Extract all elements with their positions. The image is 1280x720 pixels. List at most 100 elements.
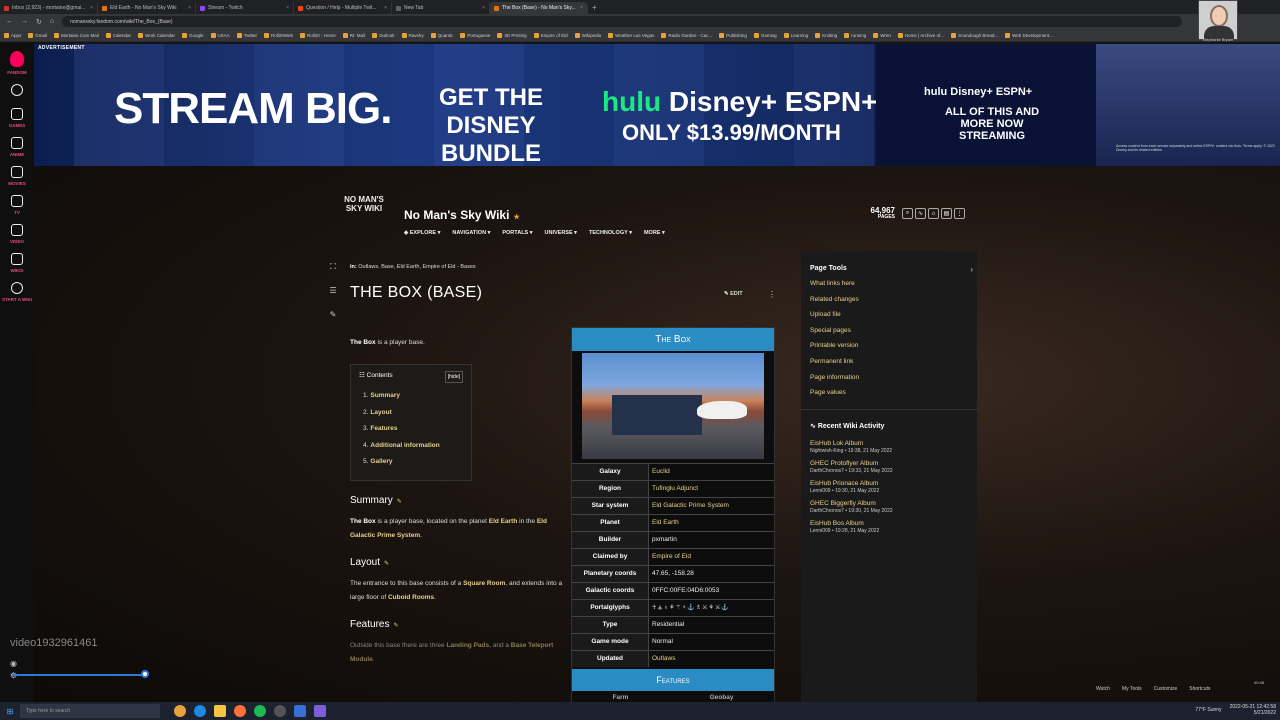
bookmark-item[interactable]: Work Calendar: [138, 32, 175, 38]
bookmark-item[interactable]: Gaming: [753, 32, 777, 38]
browser-tab[interactable]: New Tab ×: [392, 2, 490, 14]
bookmark-item[interactable]: Web Development...: [1005, 32, 1053, 38]
page-tool-link[interactable]: What links here: [810, 280, 968, 296]
toc-item[interactable]: 2. Layout: [359, 408, 463, 425]
bookmark-item[interactable]: Publishing: [719, 32, 747, 38]
toc-hide-button[interactable]: [hide]: [444, 371, 463, 383]
clock[interactable]: 2022-05-21 12:42:58 5/21/2022: [1230, 704, 1276, 716]
toc-item[interactable]: 4. Additional information: [359, 441, 463, 458]
theme-icon[interactable]: ☼: [928, 208, 939, 219]
advertisement-banner[interactable]: STREAM BIG. GET THE DISNEY BUNDLE hulu D…: [34, 44, 1280, 166]
bookmark-item[interactable]: Google: [182, 32, 204, 38]
activity-icon[interactable]: ∿: [915, 208, 926, 219]
bookmark-item[interactable]: 3D Printing: [497, 32, 527, 38]
bookmark-item[interactable]: Portuguese: [460, 32, 490, 38]
bottom-bar-link[interactable]: Shortcuts: [1189, 686, 1210, 692]
bookmark-item[interactable]: Mortaine.Com Mail: [54, 32, 99, 38]
square-room-link[interactable]: Square Room: [463, 580, 505, 587]
firefox-icon[interactable]: [234, 705, 246, 717]
toc-item[interactable]: 5. Gallery: [359, 457, 463, 474]
chrome-icon[interactable]: [174, 705, 186, 717]
bookmark-item[interactable]: Home | Archive of...: [897, 32, 944, 38]
bookmark-item[interactable]: Knitting: [815, 32, 837, 38]
close-icon[interactable]: ×: [482, 5, 485, 11]
base-screenshot[interactable]: [582, 353, 764, 459]
nav-portals[interactable]: PORTALS ▾: [502, 230, 532, 236]
nav-navigation[interactable]: NAVIGATION ▾: [452, 230, 490, 236]
obs-icon[interactable]: [274, 705, 286, 717]
wiki-title[interactable]: No Man's Sky Wiki ★: [404, 208, 520, 222]
bookmark-item[interactable]: Roll20Web: [264, 32, 293, 38]
page-tool-link[interactable]: Page information: [810, 374, 968, 390]
page-tool-link[interactable]: Printable version: [810, 342, 968, 358]
toc-icon[interactable]: ☰: [329, 286, 336, 310]
activity-title[interactable]: EisHub Prionace Album: [810, 480, 968, 487]
cuboid-rooms-link[interactable]: Cuboid Rooms: [388, 594, 434, 601]
close-icon[interactable]: ×: [580, 5, 583, 11]
bookmark-item[interactable]: Weather Las Vegas: [608, 32, 654, 38]
infobox-value[interactable]: Eld Earth: [649, 515, 774, 531]
spotify-icon[interactable]: [254, 705, 266, 717]
infobox-value[interactable]: Outlaws: [649, 651, 774, 667]
infobox-value[interactable]: Tufinglu Adjunct: [649, 481, 774, 497]
bookmark-item[interactable]: RI: Mail: [342, 32, 365, 38]
edit-section-icon[interactable]: ✎: [393, 623, 398, 629]
bookmark-item[interactable]: USAA: [210, 32, 230, 38]
camera-icon[interactable]: ◉: [10, 658, 17, 670]
bookmark-item[interactable]: Wikipedia: [574, 32, 601, 38]
bookmark-item[interactable]: Quantic: [430, 32, 453, 38]
video-progress-bar[interactable]: [12, 674, 144, 676]
close-icon[interactable]: ×: [188, 5, 191, 11]
activity-title[interactable]: EisHub Lok Album: [810, 440, 968, 447]
settings-icon[interactable]: ⚙: [10, 670, 17, 682]
page-tool-link[interactable]: Special pages: [810, 327, 968, 343]
windows-start-icon[interactable]: ⊞: [0, 707, 20, 716]
infobox-value[interactable]: Euclid: [649, 464, 774, 480]
page-tool-link[interactable]: Upload file: [810, 311, 968, 327]
bookmark-item[interactable]: Calendar: [105, 32, 131, 38]
infobox-value[interactable]: Eld Galactic Prime System: [649, 498, 774, 514]
bookmark-item[interactable]: Apps: [4, 32, 21, 38]
rail-item[interactable]: WIKIS: [11, 253, 24, 273]
browser-tab[interactable]: The Box (Base) - No Man's Sky... ×: [490, 2, 588, 14]
video-progress-knob[interactable]: [141, 670, 149, 678]
rail-item[interactable]: TV: [11, 195, 23, 215]
url-input[interactable]: nomanssky.fandom.com/wiki/The_Box_(Base): [62, 16, 1183, 27]
bookmark-item[interactable]: Gmail: [28, 32, 47, 38]
rail-item[interactable]: GAMES: [9, 108, 25, 128]
discussions-icon[interactable]: ▤: [941, 208, 952, 219]
activity-title[interactable]: GHEC Biggerfly Album: [810, 500, 968, 507]
rail-item[interactable]: VIDEO: [10, 224, 24, 244]
browser-tab[interactable]: Stream - Twitch ×: [196, 2, 294, 14]
activity-title[interactable]: GHEC Protoflyer Album: [810, 460, 968, 467]
nav-more[interactable]: MORE ▾: [644, 230, 665, 236]
search-icon[interactable]: ⌕: [902, 208, 913, 219]
toc-item[interactable]: 3. Features: [359, 424, 463, 441]
file-explorer-icon[interactable]: [214, 705, 226, 717]
forward-icon[interactable]: →: [21, 18, 28, 25]
edit-section-icon[interactable]: ✎: [384, 561, 389, 567]
page-tool-link[interactable]: Related changes: [810, 296, 968, 312]
bottom-bar-link[interactable]: Customize: [1154, 686, 1178, 692]
edit-button[interactable]: ✎ EDIT: [724, 291, 743, 297]
toc-item[interactable]: 1. Summary: [359, 391, 463, 408]
page-tool-link[interactable]: Permanent link: [810, 358, 968, 374]
browser-tab[interactable]: Question / Help - Multiple Twit... ×: [294, 2, 392, 14]
page-tool-link[interactable]: Page values: [810, 389, 968, 405]
bookmark-item[interactable]: Soundough Bread...: [951, 32, 998, 38]
expand-icon[interactable]: ⛶: [330, 262, 336, 286]
bookmark-item[interactable]: Empire of Eld: [533, 32, 568, 38]
bookmark-item[interactable]: Outlook: [372, 32, 395, 38]
app-icon[interactable]: [294, 705, 306, 717]
nav-explore[interactable]: ◈ EXPLORE ▾: [404, 230, 440, 236]
breadcrumb-links[interactable]: Outlaws, Base, Eld Earth, Empire of Eld …: [358, 264, 475, 270]
reload-icon[interactable]: ↻: [36, 18, 42, 26]
nav-technology[interactable]: TECHNOLOGY ▾: [589, 230, 632, 236]
wiki-logo[interactable]: NO MAN'S SKY WIKI: [333, 195, 395, 229]
rail-item[interactable]: [11, 84, 23, 99]
bookmark-item[interactable]: Ravelry: [401, 32, 424, 38]
bookmark-item[interactable]: Learning: [783, 32, 808, 38]
rail-item[interactable]: ANIME: [10, 137, 24, 157]
bookmark-item[interactable]: running: [844, 32, 866, 38]
bookmark-item[interactable]: Radio Garden - Cac...: [661, 32, 712, 38]
